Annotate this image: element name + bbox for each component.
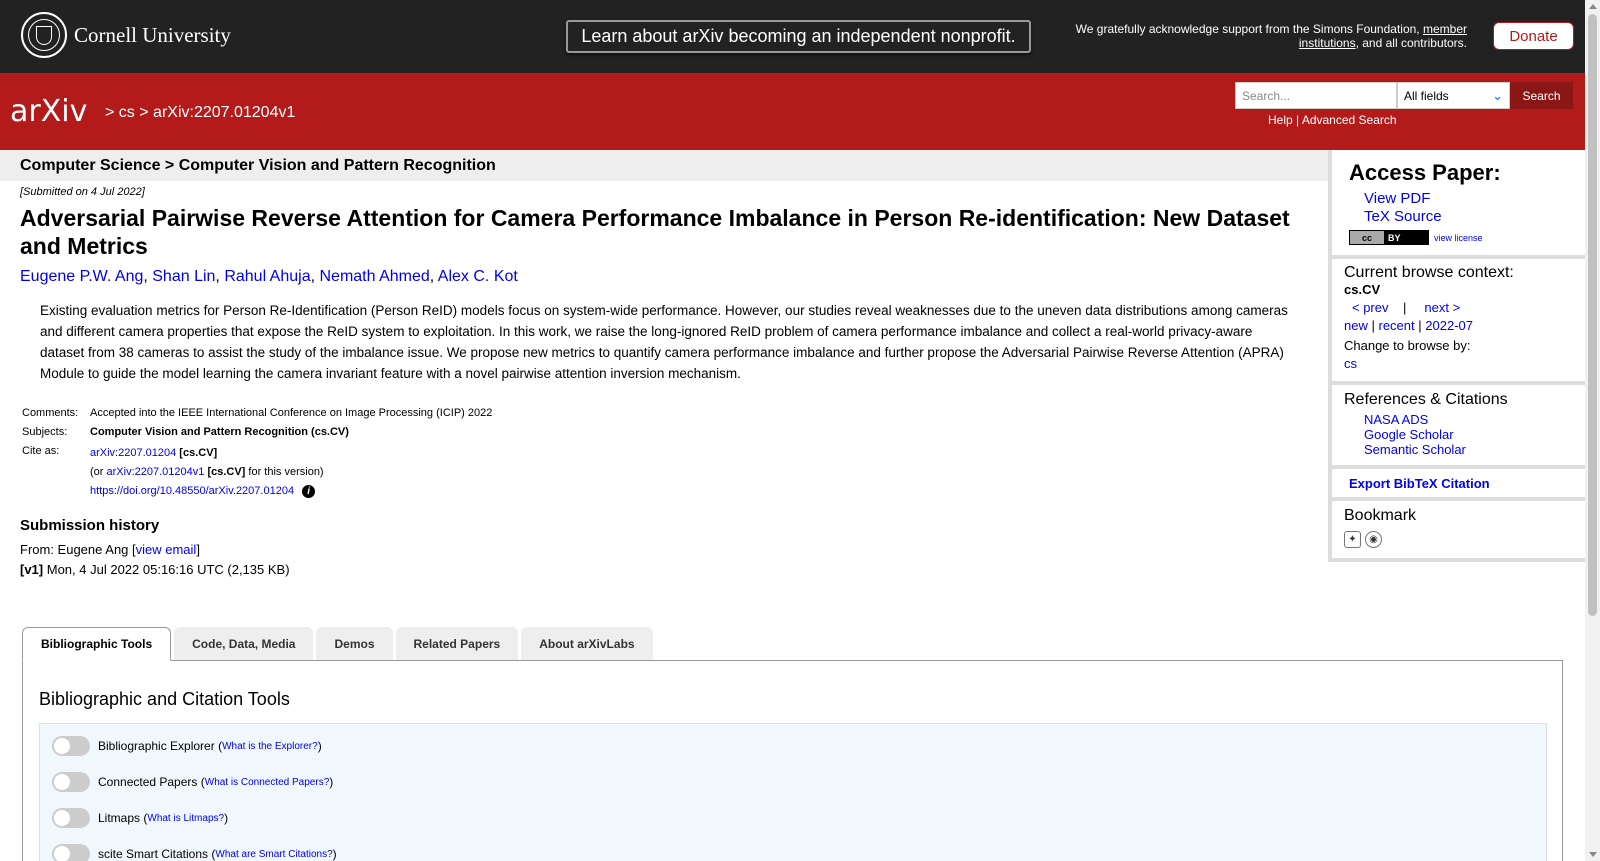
author-link[interactable]: Eugene P.W. Ang <box>20 268 143 285</box>
tab-panel: Bibliographic and Citation Tools Bibliog… <box>22 660 1563 861</box>
page-scrollbar[interactable] <box>1585 0 1600 861</box>
browse-context-box: Current browse context: cs.CV < prev | n… <box>1328 259 1586 385</box>
cite-version-link[interactable]: arXiv:2207.01204v1 <box>107 466 205 478</box>
breadcrumb: > cs > arXiv:2207.01204v1 <box>105 104 296 121</box>
author-link[interactable]: Rahul Ahuja <box>224 268 310 285</box>
author-link[interactable]: Alex C. Kot <box>438 268 518 285</box>
cornell-label: Cornell University <box>74 22 231 47</box>
chevron-down-icon: ⌄ <box>1492 87 1503 103</box>
bibliographic-explorer-toggle[interactable] <box>52 736 90 756</box>
toggle-row: Connected Papers (What is Connected Pape… <box>52 772 333 792</box>
scroll-down-icon[interactable] <box>1589 852 1597 857</box>
change-browse-label: Change to browse by: <box>1344 338 1471 353</box>
toggle-list: Bibliographic Explorer (What is the Expl… <box>39 723 1547 861</box>
advanced-search-link[interactable]: Advanced Search <box>1302 113 1397 127</box>
labs-tabs: Bibliographic Tools Code, Data, Media De… <box>22 627 653 661</box>
references-box: References & Citations NASA ADS Google S… <box>1328 385 1586 469</box>
browse-cs-link[interactable]: cs <box>1344 356 1357 371</box>
what-is-explorer-link[interactable]: What is the Explorer? <box>222 741 318 752</box>
comments-value: Accepted into the IEEE International Con… <box>90 407 493 419</box>
export-bibtex-link[interactable]: Export BibTeX Citation <box>1344 476 1490 491</box>
search-input[interactable]: Search... <box>1235 82 1397 109</box>
scite-toggle[interactable] <box>52 844 90 861</box>
access-paper-title: Access Paper: <box>1349 160 1501 185</box>
access-paper-box: Access Paper: View PDF TeX Source cc BY … <box>1328 150 1586 259</box>
nonprofit-announcement-button[interactable]: Learn about arXiv becoming an independen… <box>566 20 1031 53</box>
subjects-label: Subjects: <box>22 426 68 438</box>
cornell-logo[interactable]: Cornell University <box>21 12 231 58</box>
tex-source-link[interactable]: TeX Source <box>1364 208 1442 225</box>
metadata-table: Comments: Accepted into the IEEE Interna… <box>20 404 494 501</box>
toggle-row: Litmaps (What is Litmaps?) <box>52 808 228 828</box>
tab-about-arxivlabs[interactable]: About arXivLabs <box>521 627 653 660</box>
tab-demos[interactable]: Demos <box>316 627 393 660</box>
bookmark-title: Bookmark <box>1344 507 1417 524</box>
doi-link[interactable]: https://doi.org/10.48550/arXiv.2207.0120… <box>90 485 294 497</box>
view-license-link[interactable]: view license <box>1434 233 1483 243</box>
next-link[interactable]: next > <box>1424 300 1460 315</box>
paper-title: Adversarial Pairwise Reverse Attention f… <box>20 205 1290 259</box>
scrollbar-thumb[interactable] <box>1588 14 1597 616</box>
search-field-select[interactable]: All fields ⌄ <box>1397 82 1510 109</box>
cite-label: Cite as: <box>22 445 60 457</box>
litmaps-toggle[interactable] <box>52 808 90 828</box>
author-link[interactable]: Nemath Ahmed <box>320 268 430 285</box>
comments-label: Comments: <box>22 407 79 419</box>
what-is-litmaps-link[interactable]: What is Litmaps? <box>147 813 224 824</box>
what-is-connected-papers-link[interactable]: What is Connected Papers? <box>205 777 330 788</box>
semantic-scholar-link[interactable]: Semantic Scholar <box>1364 442 1466 457</box>
arxiv-header: arXiv > cs > arXiv:2207.01204v1 Search..… <box>0 73 1585 150</box>
submission-history-title: Submission history <box>20 517 160 534</box>
arxiv-logo-icon[interactable]: arXiv <box>10 94 101 132</box>
cornell-seal-icon <box>21 12 67 58</box>
arxiv-logo-text: arXiv <box>10 94 87 129</box>
browse-context-value: cs.CV <box>1344 282 1381 297</box>
donate-button[interactable]: Donate <box>1493 22 1574 50</box>
sidebar: Access Paper: View PDF TeX Source cc BY … <box>1328 150 1586 562</box>
version-label[interactable]: [v1] <box>20 562 43 577</box>
help-link[interactable]: Help <box>1268 113 1293 127</box>
export-box: Export BibTeX Citation <box>1328 469 1586 501</box>
subjects-value: Computer Vision and Pattern Recognition … <box>90 426 349 438</box>
reddit-icon[interactable]: ◉ <box>1365 531 1382 548</box>
scroll-up-icon[interactable] <box>1589 4 1597 9</box>
tab-bibliographic-tools[interactable]: Bibliographic Tools <box>22 627 172 661</box>
bibsonomy-icon[interactable]: ✦ <box>1344 531 1361 548</box>
references-title: References & Citations <box>1344 391 1508 408</box>
toggle-row: scite Smart Citations (What are Smart Ci… <box>52 844 337 861</box>
connected-papers-toggle[interactable] <box>52 772 90 792</box>
bookmark-box: Bookmark ✦ ◉ <box>1328 501 1586 562</box>
help-links: Help | Advanced Search <box>1268 113 1397 127</box>
breadcrumb-paper-id[interactable]: arXiv:2207.01204v1 <box>153 104 295 121</box>
category-header: Computer Science > Computer Vision and P… <box>0 150 1328 181</box>
top-banner: Cornell University Learn about arXiv bec… <box>0 0 1585 73</box>
browse-context-title: Current browse context: <box>1344 264 1514 281</box>
submission-date: [Submitted on 4 Jul 2022] <box>20 186 145 198</box>
breadcrumb-cs[interactable]: cs <box>119 104 135 121</box>
cite-arxiv-link[interactable]: arXiv:2207.01204 <box>90 447 176 459</box>
cite-values: arXiv:2207.01204 [cs.CV] (or arXiv:2207.… <box>90 447 324 498</box>
google-scholar-link[interactable]: Google Scholar <box>1364 427 1454 442</box>
author-link[interactable]: Shan Lin <box>152 268 215 285</box>
support-text: We gratefully acknowledge support from t… <box>1075 22 1467 50</box>
panel-title: Bibliographic and Citation Tools <box>39 689 290 709</box>
submission-history: From: Eugene Ang [view email] [v1] Mon, … <box>20 542 290 577</box>
paper-main: [Submitted on 4 Jul 2022] Adversarial Pa… <box>20 186 1320 580</box>
cc-by-license-icon[interactable]: cc BY <box>1349 230 1429 245</box>
tab-related-papers[interactable]: Related Papers <box>395 627 519 660</box>
abstract: Existing evaluation metrics for Person R… <box>40 303 1288 381</box>
search-button[interactable]: Search <box>1510 82 1573 109</box>
view-pdf-link[interactable]: View PDF <box>1364 190 1430 207</box>
view-email-link[interactable]: view email <box>136 542 197 557</box>
prev-link[interactable]: < prev <box>1352 300 1389 315</box>
new-link[interactable]: new <box>1344 318 1368 333</box>
info-icon[interactable]: i <box>302 485 316 498</box>
toggle-row: Bibliographic Explorer (What is the Expl… <box>52 736 322 756</box>
recent-link[interactable]: recent <box>1379 318 1415 333</box>
tab-code-data-media[interactable]: Code, Data, Media <box>174 627 314 660</box>
month-link[interactable]: 2022-07 <box>1425 318 1473 333</box>
author-list: Eugene P.W. Ang, Shan Lin, Rahul Ahuja, … <box>20 268 518 285</box>
nasa-ads-link[interactable]: NASA ADS <box>1364 412 1428 427</box>
what-are-smart-citations-link[interactable]: What are Smart Citations? <box>215 849 332 860</box>
